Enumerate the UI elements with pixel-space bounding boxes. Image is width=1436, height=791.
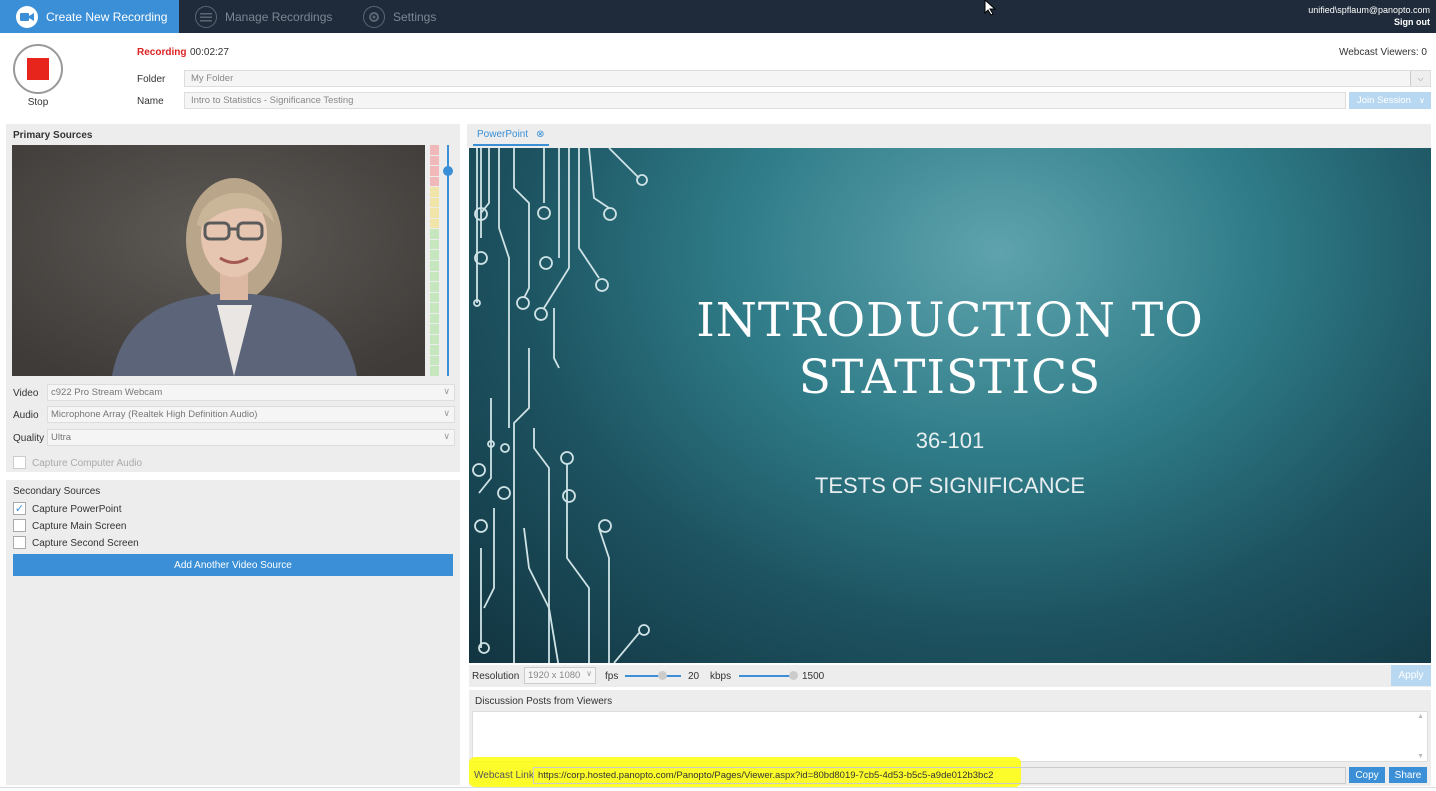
- sign-out-link[interactable]: Sign out: [1308, 16, 1430, 28]
- discussion-title: Discussion Posts from Viewers: [475, 696, 613, 707]
- audio-level-meter: [430, 145, 439, 377]
- capture-main-screen-checkbox[interactable]: [13, 519, 26, 532]
- audio-gain-slider-handle[interactable]: [443, 166, 453, 176]
- slide-course-code: 36-101: [915, 428, 985, 453]
- tab-label: Settings: [393, 9, 437, 24]
- recording-status: Recording: [137, 47, 187, 58]
- capture-powerpoint-checkbox[interactable]: ✓: [13, 502, 26, 515]
- powerpoint-tab-bar: [467, 124, 1431, 148]
- capture-computer-audio-label: Capture Computer Audio: [32, 458, 143, 469]
- capture-powerpoint-label: Capture PowerPoint: [32, 504, 122, 515]
- chevron-down-icon: ∨: [1419, 96, 1425, 105]
- tab-manage-recordings[interactable]: Manage Recordings: [195, 0, 332, 33]
- checkmark-icon: ✓: [14, 503, 25, 515]
- powerpoint-capture-settings: Resolution 1920 x 1080 ∨ fps 20 kbps 150…: [469, 665, 1431, 687]
- discussion-posts-list[interactable]: ▲ ▼: [472, 711, 1428, 762]
- close-icon[interactable]: ⊗: [536, 129, 544, 142]
- audio-label: Audio: [13, 410, 39, 421]
- scroll-down-icon[interactable]: ▼: [1417, 753, 1424, 760]
- capture-second-screen-label: Capture Second Screen: [32, 538, 139, 549]
- video-source-value: c922 Pro Stream Webcam: [51, 387, 163, 398]
- stop-label: Stop: [27, 97, 49, 108]
- slide-title-line1: INTRODUCTION TO: [696, 293, 1204, 348]
- webcast-link-field[interactable]: https://corp.hosted.panopto.com/Panopto/…: [533, 767, 1346, 784]
- name-label: Name: [137, 96, 164, 107]
- folder-label: Folder: [137, 74, 166, 85]
- webcast-link-label: Webcast Link: [474, 770, 534, 781]
- session-name-value: Intro to Statistics - Significance Testi…: [191, 95, 354, 106]
- resolution-label: Resolution: [472, 671, 520, 682]
- tab-label: Manage Recordings: [225, 9, 333, 24]
- tab-powerpoint[interactable]: PowerPoint ⊗: [473, 127, 549, 146]
- bottom-divider: [0, 787, 1436, 788]
- fps-value: 20: [688, 671, 700, 682]
- user-email: unified\spflaum@panopto.com: [1308, 5, 1430, 15]
- top-nav-bar: Create New Recording Manage Recordings S…: [0, 0, 1436, 33]
- tab-settings[interactable]: Settings: [363, 0, 436, 33]
- powerpoint-slide-preview: INTRODUCTION TO STATISTICS 36-101 TESTS …: [469, 148, 1431, 663]
- video-source-select[interactable]: c922 Pro Stream Webcam ∨: [47, 384, 455, 401]
- powerpoint-tab-label: PowerPoint: [477, 129, 529, 140]
- gear-icon: [363, 5, 385, 28]
- webcam-preview: [12, 145, 425, 376]
- tab-create-new-recording[interactable]: Create New Recording: [0, 0, 179, 33]
- resolution-value: 1920 x 1080: [528, 670, 581, 681]
- chevron-down-icon: ∨: [586, 669, 592, 678]
- fps-label: fps: [605, 671, 619, 682]
- capture-main-screen-label: Capture Main Screen: [32, 521, 127, 532]
- recording-timer: 00:02:27: [190, 47, 229, 58]
- resolution-select[interactable]: 1920 x 1080 ∨: [524, 667, 596, 684]
- slide-subtitle: TESTS OF SIGNIFICANCE: [814, 473, 1086, 498]
- fps-slider-track[interactable]: [625, 675, 681, 677]
- list-icon: [195, 5, 217, 28]
- quality-value: Ultra: [51, 432, 72, 443]
- folder-value: My Folder: [191, 73, 234, 84]
- primary-sources-title: Primary Sources: [13, 130, 93, 141]
- add-video-source-button[interactable]: Add Another Video Source: [13, 554, 453, 576]
- audio-source-value: Microphone Array (Realtek High Definitio…: [51, 409, 258, 420]
- chevron-down-icon: ∨: [443, 431, 450, 441]
- chevron-down-icon[interactable]: ⌵: [1410, 71, 1430, 86]
- capture-second-screen-checkbox[interactable]: [13, 536, 26, 549]
- mouse-cursor-icon: [984, 0, 997, 16]
- audio-gain-slider-track[interactable]: [447, 145, 449, 376]
- video-camera-icon: [16, 5, 38, 28]
- join-session-label: Join Session: [1357, 95, 1411, 106]
- user-info: unified\spflaum@panopto.com Sign out: [1308, 4, 1430, 28]
- kbps-label: kbps: [710, 671, 732, 682]
- apply-button[interactable]: Apply: [1391, 665, 1431, 686]
- kbps-slider-handle[interactable]: [789, 671, 798, 680]
- capture-computer-audio-checkbox[interactable]: [13, 456, 26, 469]
- chevron-down-icon: ∨: [443, 408, 450, 418]
- stop-button[interactable]: [13, 44, 63, 94]
- slide-title-line2: STATISTICS: [798, 350, 1102, 405]
- join-session-button[interactable]: Join Session ∨: [1349, 92, 1431, 109]
- kbps-value: 1500: [802, 671, 825, 682]
- secondary-sources-title: Secondary Sources: [13, 486, 101, 497]
- quality-select[interactable]: Ultra ∨: [47, 429, 455, 446]
- circuit-decoration: [472, 148, 650, 663]
- stop-icon: [27, 58, 49, 80]
- scroll-up-icon[interactable]: ▲: [1417, 713, 1424, 720]
- session-name-input[interactable]: Intro to Statistics - Significance Testi…: [184, 92, 1346, 109]
- webcast-viewers-count: Webcast Viewers: 0: [1338, 47, 1427, 58]
- audio-source-select[interactable]: Microphone Array (Realtek High Definitio…: [47, 406, 455, 423]
- tab-label: Create New Recording: [46, 9, 168, 24]
- copy-link-button[interactable]: Copy: [1349, 767, 1385, 783]
- video-label: Video: [13, 388, 39, 399]
- folder-select[interactable]: My Folder ⌵: [184, 70, 1431, 87]
- fps-slider-handle[interactable]: [658, 671, 667, 680]
- share-link-button[interactable]: Share: [1389, 767, 1427, 783]
- quality-label: Quality: [13, 433, 45, 444]
- chevron-down-icon: ∨: [443, 386, 450, 396]
